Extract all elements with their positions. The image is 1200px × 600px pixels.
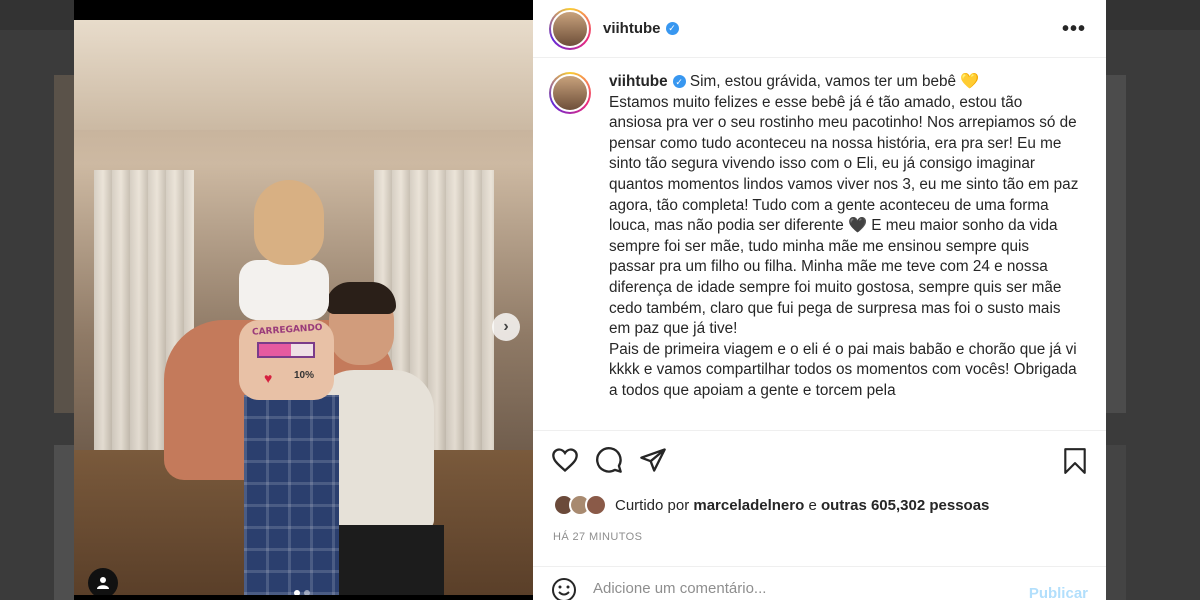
avatar-image — [551, 74, 589, 112]
author-avatar[interactable] — [549, 7, 591, 50]
caption-body: Sim, estou grávida, vamos ter um bebê 💛 … — [609, 73, 1079, 399]
background-post-tile[interactable] — [54, 75, 74, 413]
share-icon[interactable] — [639, 446, 667, 474]
user-tag-icon — [97, 577, 109, 589]
post-actions — [533, 430, 1106, 488]
post-modal: CARREGANDO ♥ 10% › viihtube ✓ ••• viihtu… — [74, 0, 1106, 600]
author-username[interactable]: viihtube — [603, 20, 661, 37]
carousel-next-button[interactable]: › — [492, 313, 520, 341]
belly-percent: 10% — [294, 370, 315, 381]
likes-summary: Curtido por marceladelnero e outras 605,… — [553, 494, 989, 516]
more-icon[interactable]: ••• — [1062, 18, 1086, 41]
background-post-tile[interactable] — [1106, 75, 1126, 413]
post-side-panel: viihtube ✓ ••• viihtube ✓ Sim, estou gráv… — [533, 0, 1106, 600]
chevron-right-icon: › — [503, 318, 509, 335]
photo-plaid-pants — [244, 395, 339, 595]
belly-heart-icon: ♥ — [264, 370, 273, 386]
user-tag-button[interactable] — [88, 568, 118, 595]
carousel-dot — [304, 590, 310, 595]
liker-avatar — [585, 494, 607, 516]
belly-loading-bar — [257, 342, 315, 358]
emoji-icon[interactable] — [551, 577, 577, 600]
bookmark-icon[interactable] — [1062, 447, 1088, 475]
post-timestamp[interactable]: HÁ 27 MINUTOS — [553, 531, 642, 543]
carousel-dots — [294, 590, 310, 595]
photo-woman-head — [254, 180, 324, 265]
photo-man-hair — [326, 282, 396, 314]
likes-prefix: Curtido por — [615, 496, 690, 514]
post-photo[interactable]: CARREGANDO ♥ 10% › — [74, 20, 533, 595]
background-post-tile[interactable] — [54, 445, 74, 600]
photo-ceiling — [74, 20, 533, 130]
belly-loading-fill — [259, 344, 292, 356]
caption-avatar-wrap — [549, 72, 591, 430]
heart-icon[interactable] — [551, 446, 579, 474]
likes-conjunction: e — [808, 496, 817, 514]
caption-author-avatar[interactable] — [549, 72, 591, 114]
comment-input[interactable] — [593, 570, 993, 597]
photo-white-top — [239, 260, 329, 320]
verified-icon: ✓ — [665, 22, 679, 35]
carousel-dot — [294, 590, 300, 595]
caption-text: viihtube ✓ Sim, estou grávida, vamos ter … — [609, 72, 1079, 430]
comment-icon[interactable] — [595, 446, 623, 474]
liker-avatars[interactable] — [553, 494, 607, 516]
likes-others-link[interactable]: outras 605,302 pessoas — [821, 497, 989, 514]
caption-username[interactable]: viihtube — [609, 73, 668, 90]
likes-user-link[interactable]: marceladelnero — [693, 497, 804, 514]
caption-area: viihtube ✓ Sim, estou grávida, vamos ter … — [533, 58, 1106, 430]
verified-icon: ✓ — [672, 75, 686, 89]
avatar-image — [551, 9, 589, 48]
comment-bar: Publicar — [533, 566, 1106, 600]
background-post-tile[interactable] — [1106, 445, 1126, 600]
publish-button[interactable]: Publicar — [1029, 585, 1088, 600]
post-header: viihtube ✓ ••• — [533, 0, 1106, 58]
